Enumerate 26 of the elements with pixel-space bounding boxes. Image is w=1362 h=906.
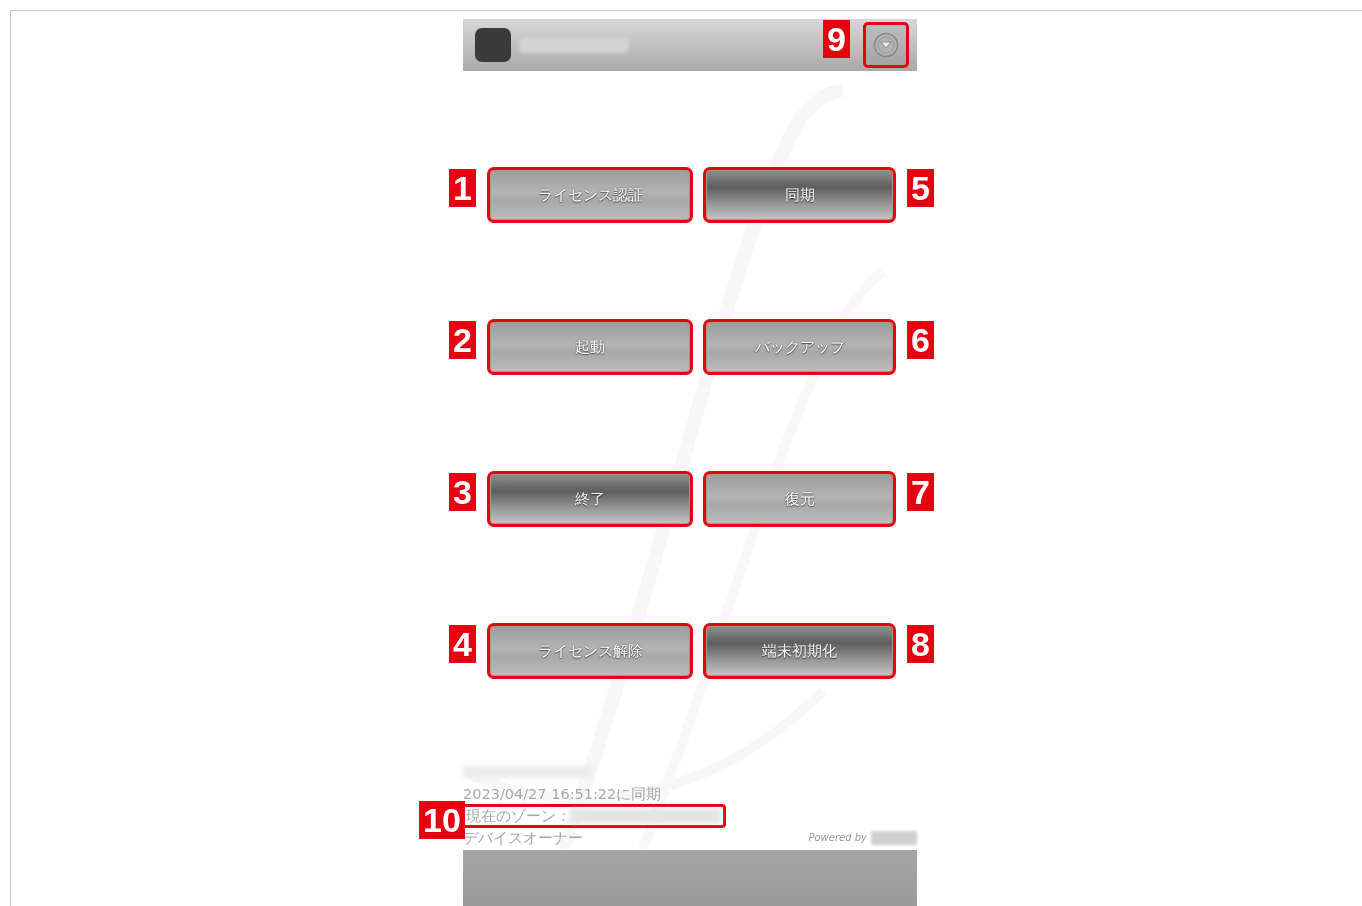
menu-button[interactable] <box>863 22 909 68</box>
callout-badge: 10 <box>419 801 465 839</box>
dropdown-icon <box>873 32 899 58</box>
action-button[interactable]: バックアップ <box>703 319 896 375</box>
app-icon <box>475 28 511 62</box>
callout-badge: 8 <box>907 625 934 663</box>
action-button[interactable]: 終了 <box>487 471 693 527</box>
callout-badge: 5 <box>907 169 934 207</box>
action-button[interactable]: ライセンス認証 <box>487 167 693 223</box>
callout-badge: 4 <box>449 625 476 663</box>
callout-badge: 2 <box>449 321 476 359</box>
powered-by-text: Powered by <box>808 831 867 845</box>
zone-label: 現在のゾーン： <box>466 807 571 826</box>
callout-badge: 3 <box>449 473 476 511</box>
action-button[interactable]: 復元 <box>703 471 896 527</box>
callout-badge: 9 <box>823 20 850 58</box>
callout-badge: 6 <box>907 321 934 359</box>
action-button[interactable]: ライセンス解除 <box>487 623 693 679</box>
action-button[interactable]: 端末初期化 <box>703 623 896 679</box>
sync-status-text: 2023/04/27 16:51:22に同期 <box>463 785 663 804</box>
owner-text: デバイスオーナー <box>463 829 583 848</box>
callout-badge: 7 <box>907 473 934 511</box>
action-button[interactable]: 同期 <box>703 167 896 223</box>
blurred-logo <box>871 831 917 845</box>
callout-badge: 1 <box>449 169 476 207</box>
action-button[interactable]: 起動 <box>487 319 693 375</box>
